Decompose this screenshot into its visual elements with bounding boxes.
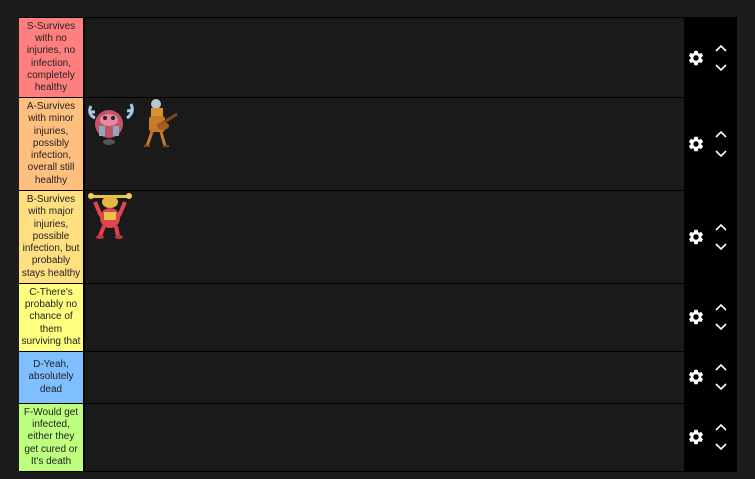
monster-image[interactable] [87, 192, 133, 240]
chevron-up-icon[interactable] [715, 423, 727, 431]
chevron-down-icon[interactable] [715, 383, 727, 391]
gear-icon[interactable] [687, 428, 705, 446]
gear-icon[interactable] [687, 308, 705, 326]
tier-label-a[interactable]: A-Survives with minor injuries, possibly… [19, 98, 83, 190]
gear-icon[interactable] [687, 49, 705, 67]
tier-label-s[interactable]: S-Survives with no injuries, no infectio… [19, 18, 83, 97]
tier-controls-b [684, 191, 737, 283]
tier-items-d[interactable] [84, 352, 684, 403]
chevron-up-icon[interactable] [715, 223, 727, 231]
tier-row-f: F-Would get infected, either they get cu… [19, 404, 737, 471]
chevron-down-icon[interactable] [715, 243, 727, 251]
tier-row-c: C-There's probably no chance of them sur… [19, 284, 737, 351]
tier-row-a: A-Survives with minor injuries, possibly… [19, 98, 737, 190]
tier-items-c[interactable] [84, 284, 684, 351]
tier-controls-d [684, 352, 737, 403]
monster-image[interactable] [85, 100, 137, 148]
tier-controls-c [684, 284, 737, 351]
tier-items-b[interactable] [84, 191, 684, 283]
gear-icon[interactable] [687, 228, 705, 246]
tier-controls-a [684, 98, 737, 190]
tier-label-f[interactable]: F-Would get infected, either they get cu… [19, 404, 83, 471]
tier-label-d[interactable]: D-Yeah, absolutely dead [19, 352, 83, 403]
gear-icon[interactable] [687, 135, 705, 153]
chevron-up-icon[interactable] [715, 44, 727, 52]
chevron-down-icon[interactable] [715, 443, 727, 451]
tier-label-c[interactable]: C-There's probably no chance of them sur… [19, 284, 83, 351]
tier-items-a[interactable] [84, 98, 684, 190]
tier-controls-s [684, 18, 737, 97]
chevron-up-icon[interactable] [715, 303, 727, 311]
chevron-up-icon[interactable] [715, 363, 727, 371]
tier-items-f[interactable] [84, 404, 684, 471]
tier-controls-f [684, 404, 737, 471]
chevron-up-icon[interactable] [715, 130, 727, 138]
tier-list: S-Survives with no injuries, no infectio… [19, 17, 737, 472]
tier-label-b[interactable]: B-Survives with major injuries, possible… [19, 191, 83, 283]
tier-row-s: S-Survives with no injuries, no infectio… [19, 18, 737, 97]
tier-row-d: D-Yeah, absolutely dead [19, 352, 737, 403]
tier-row-b: B-Survives with major injuries, possible… [19, 191, 737, 283]
chevron-down-icon[interactable] [715, 150, 727, 158]
gear-icon[interactable] [687, 368, 705, 386]
chevron-down-icon[interactable] [715, 323, 727, 331]
monster-image[interactable] [141, 98, 181, 150]
tier-items-s[interactable] [84, 18, 684, 97]
chevron-down-icon[interactable] [715, 64, 727, 72]
